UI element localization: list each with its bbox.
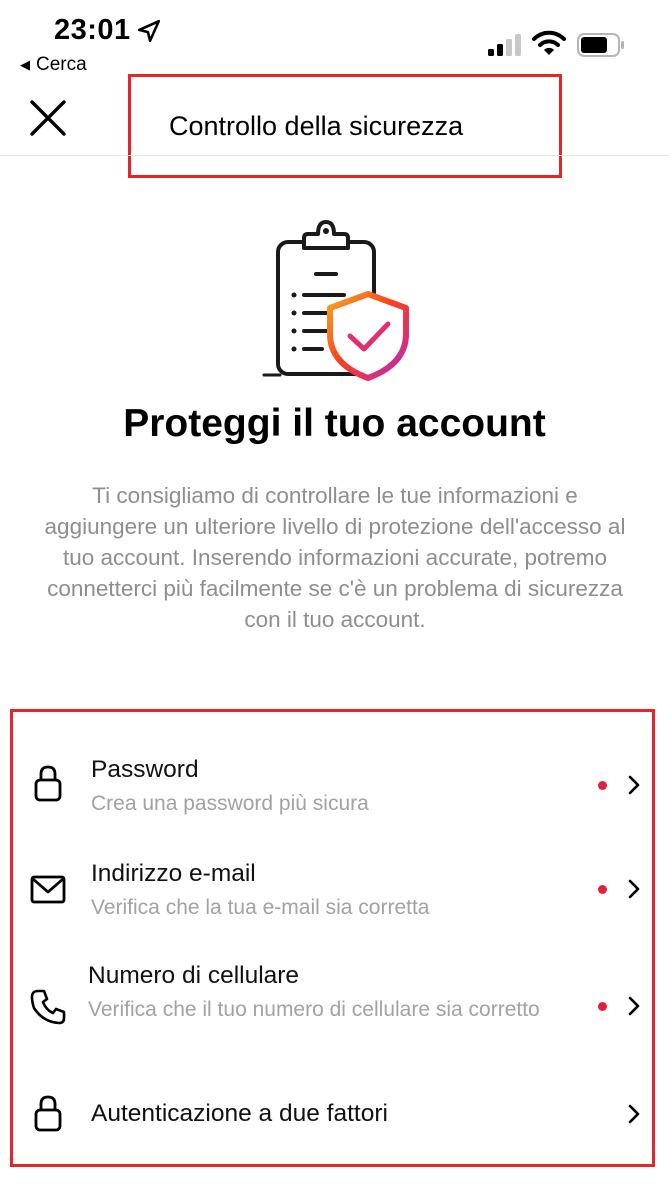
security-options-list: Password Crea una password più sicura In… — [10, 709, 655, 1167]
location-arrow-icon — [137, 19, 161, 43]
lock-icon — [34, 765, 62, 802]
option-two-factor-auth[interactable]: Autenticazione a due fattori — [13, 1080, 652, 1150]
back-app-label: Cerca — [36, 54, 87, 75]
chevron-right-icon — [628, 775, 640, 795]
battery-icon — [577, 33, 624, 57]
status-time: 23:01 — [54, 14, 131, 46]
page-title: Controllo della sicurezza — [128, 74, 562, 178]
chevron-right-icon — [628, 1104, 640, 1124]
alert-dot — [598, 781, 607, 790]
chevron-right-icon — [628, 996, 640, 1016]
back-triangle-icon: ◀ — [20, 57, 30, 72]
option-title: Numero di cellulare — [88, 962, 300, 989]
option-subtitle: Verifica che la tua e-mail sia corretta — [91, 896, 430, 919]
option-subtitle: Verifica che il tuo numero di cellulare … — [88, 998, 540, 1021]
clipboard-shield-check-icon — [262, 220, 409, 381]
option-password[interactable]: Password Crea una password più sicura — [13, 742, 652, 824]
chevron-right-icon — [628, 879, 640, 899]
header-divider — [0, 155, 669, 156]
option-title: Autenticazione a due fattori — [91, 1100, 388, 1127]
signal-icon — [488, 34, 521, 56]
close-icon[interactable] — [26, 96, 70, 140]
option-phone-number[interactable]: Numero di cellulare Verifica che il tuo … — [13, 950, 652, 1062]
back-to-app-link[interactable]: ◀ Cerca — [20, 54, 87, 76]
main-description: Ti consigliamo di controllare le tue inf… — [44, 483, 626, 632]
option-subtitle: Crea una password più sicura — [91, 792, 369, 815]
option-email[interactable]: Indirizzo e-mail Verifica che la tua e-m… — [13, 846, 652, 928]
alert-dot — [598, 1002, 607, 1011]
page-title-text: Controllo della sicurezza — [169, 110, 464, 141]
lock-icon — [34, 1095, 62, 1132]
mail-icon — [30, 875, 66, 904]
phone-icon — [30, 989, 66, 1025]
wifi-icon — [532, 30, 566, 55]
option-title: Indirizzo e-mail — [91, 860, 256, 887]
alert-dot — [598, 885, 607, 894]
option-title: Password — [91, 756, 199, 783]
main-title: Proteggi il tuo account — [123, 402, 546, 445]
